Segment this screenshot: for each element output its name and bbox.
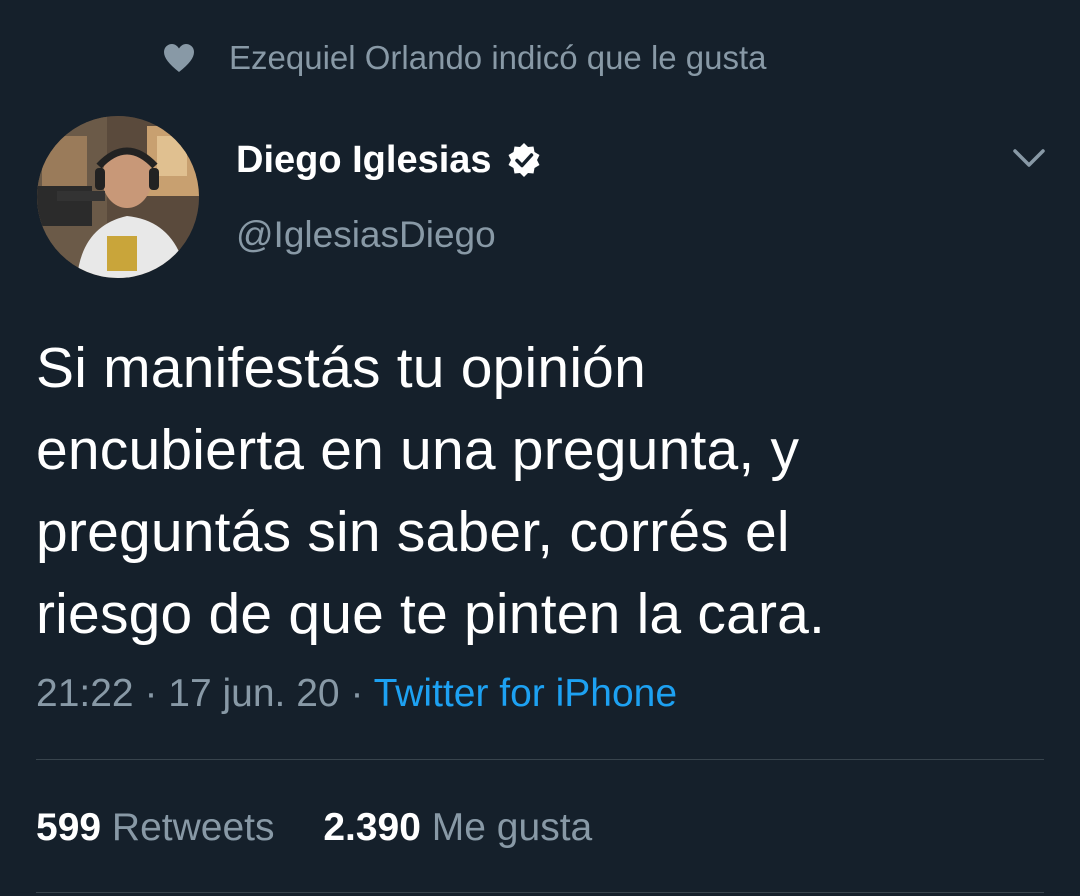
retweets-label: Retweets: [111, 806, 275, 849]
likes-stat[interactable]: 2.390 Me gusta: [323, 806, 592, 849]
tweet-text-line: preguntás sin saber, corrés el: [36, 500, 790, 564]
likes-count: 2.390: [323, 806, 421, 849]
verified-badge-icon: [506, 142, 542, 178]
chevron-down-icon[interactable]: [1012, 144, 1046, 172]
heart-icon: [163, 43, 195, 73]
divider: [36, 892, 1044, 893]
avatar[interactable]: [37, 116, 199, 278]
tweet-source-link[interactable]: Twitter for iPhone: [374, 672, 677, 715]
divider: [36, 759, 1044, 760]
retweets-count: 599: [36, 806, 102, 849]
author-username[interactable]: @IglesiasDiego: [236, 213, 496, 257]
tweet-text-line: riesgo de que te pinten la cara.: [36, 582, 826, 646]
tweet-text: Si manifestás tu opinión encubierta en u…: [36, 327, 1046, 655]
tweet-text-line: encubierta en una pregunta, y: [36, 418, 800, 482]
retweets-stat[interactable]: 599 Retweets: [36, 806, 285, 849]
meta-separator: ·: [350, 672, 364, 715]
author-display-name[interactable]: Diego Iglesias: [236, 138, 542, 182]
social-context-text: Ezequiel Orlando indicó que le gusta: [229, 39, 767, 76]
tweet-date[interactable]: 17 jun. 20: [168, 672, 339, 715]
tweet-text-line: Si manifestás tu opinión: [36, 336, 646, 400]
tweet-stats: 599 Retweets 2.390 Me gusta: [36, 804, 630, 852]
tweet-meta: 21:22 · 17 jun. 20 · Twitter for iPhone: [36, 670, 677, 718]
display-name-text: Diego Iglesias: [236, 139, 492, 181]
social-context[interactable]: Ezequiel Orlando indicó que le gusta: [163, 36, 767, 80]
tweet-time[interactable]: 21:22: [36, 672, 134, 715]
likes-label: Me gusta: [431, 806, 593, 849]
meta-separator: ·: [144, 672, 158, 715]
